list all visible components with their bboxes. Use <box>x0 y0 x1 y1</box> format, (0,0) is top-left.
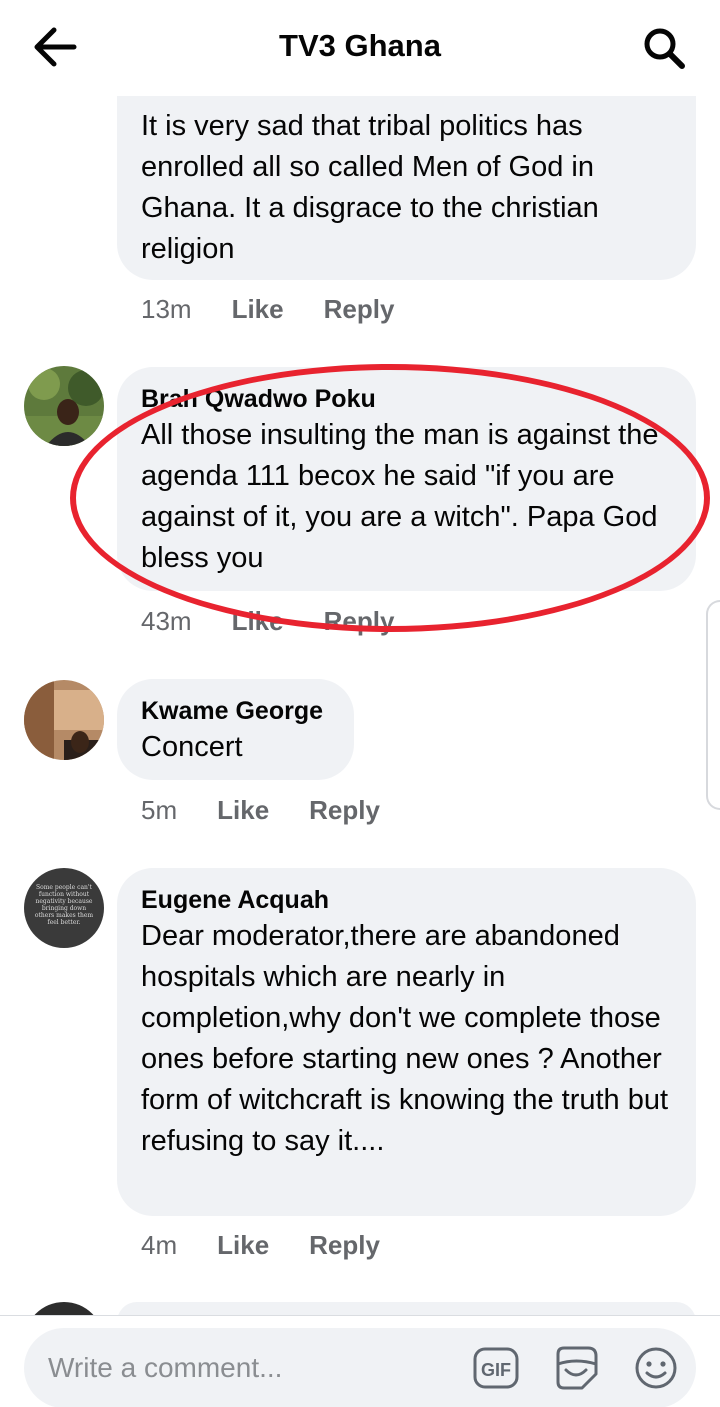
comment-text: All those insulting the man is against t… <box>141 419 659 574</box>
comment-text: Concert <box>141 731 243 763</box>
comment-author[interactable]: Brah Qwadwo Poku <box>141 383 672 415</box>
sticker-icon[interactable] <box>552 1344 600 1392</box>
comment-time: 4m <box>141 1230 178 1260</box>
avatar-image <box>24 366 104 446</box>
comment-time: 5m <box>141 795 178 825</box>
comment-time: 13m <box>141 294 192 324</box>
gif-label: GIF <box>481 1360 511 1380</box>
comment-meta: 5m Like Reply <box>141 795 380 826</box>
reply-button[interactable]: Reply <box>324 606 395 637</box>
comment-author[interactable]: Kwame George <box>141 695 330 727</box>
gif-icon[interactable]: GIF <box>472 1344 520 1392</box>
comment-meta: 4m Like Reply <box>141 1230 380 1261</box>
comment-input[interactable] <box>48 1348 448 1388</box>
emoji-icon[interactable] <box>632 1344 680 1392</box>
avatar[interactable] <box>24 680 104 760</box>
comment-composer-bar: GIF <box>0 1315 720 1407</box>
avatar[interactable]: Some people can't function without negat… <box>24 868 104 948</box>
comment-bubble[interactable]: Kwame George Concert <box>117 679 354 780</box>
search-icon[interactable] <box>642 26 686 70</box>
comment-text: Dear moderator,there are abandoned hospi… <box>141 920 669 1157</box>
like-button[interactable]: Like <box>232 606 284 637</box>
comment-bubble[interactable]: Eugene Acquah Dear moderator,there are a… <box>117 868 696 1216</box>
comment-meta: 13m Like Reply <box>141 294 394 325</box>
page-title: TV3 Ghana <box>279 28 441 63</box>
comment-text: It is very sad that tribal politics has … <box>141 110 599 265</box>
comment-list: It is very sad that tribal politics has … <box>0 0 720 1320</box>
like-button[interactable]: Like <box>217 1230 269 1261</box>
avatar-quote-text: Some people can't function without negat… <box>34 884 94 926</box>
comment-bubble[interactable]: Brah Qwadwo Poku All those insulting the… <box>117 367 696 591</box>
reply-button[interactable]: Reply <box>309 795 380 826</box>
comment-bubble[interactable]: It is very sad that tribal politics has … <box>117 80 696 280</box>
comment-time: 43m <box>141 606 192 636</box>
reply-button[interactable]: Reply <box>324 294 395 325</box>
comment-composer: GIF <box>24 1328 696 1407</box>
avatar[interactable] <box>24 366 104 446</box>
like-button[interactable]: Like <box>232 294 284 325</box>
scroll-handle[interactable] <box>706 600 720 810</box>
like-button[interactable]: Like <box>217 795 269 826</box>
comment-author[interactable]: Eugene Acquah <box>141 884 672 916</box>
comment-meta: 43m Like Reply <box>141 606 394 637</box>
top-bar: TV3 Ghana <box>0 0 720 96</box>
reply-button[interactable]: Reply <box>309 1230 380 1261</box>
avatar-image <box>24 680 104 760</box>
